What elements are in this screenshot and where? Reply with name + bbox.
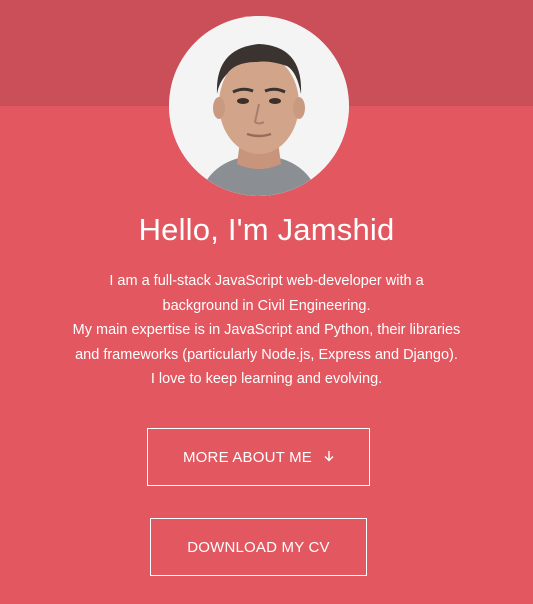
profile-avatar: [169, 16, 349, 196]
bio-text: I am a full-stack JavaScript web-develop…: [20, 269, 513, 392]
page-title: Hello, I'm Jamshid: [138, 212, 395, 247]
bio-line: background in Civil Engineering.: [162, 297, 371, 314]
arrow-down-icon: [324, 449, 334, 466]
bio-line: I love to keep learning and evolving.: [150, 371, 383, 387]
more-about-me-button[interactable]: MORE ABOUT ME: [147, 428, 370, 486]
more-about-me-label: MORE ABOUT ME: [182, 448, 312, 466]
download-cv-label: DOWNLOAD MY CV: [187, 538, 330, 556]
bio-line: I am a full-stack JavaScript web-develop…: [109, 273, 424, 289]
profile-photo: [169, 16, 349, 196]
bio-line: My main expertise is in JavaScript and P…: [72, 322, 461, 338]
download-cv-button[interactable]: DOWNLOAD MY CV: [150, 518, 367, 576]
bio-line: and frameworks (particularly Node.js, Ex…: [75, 346, 458, 363]
